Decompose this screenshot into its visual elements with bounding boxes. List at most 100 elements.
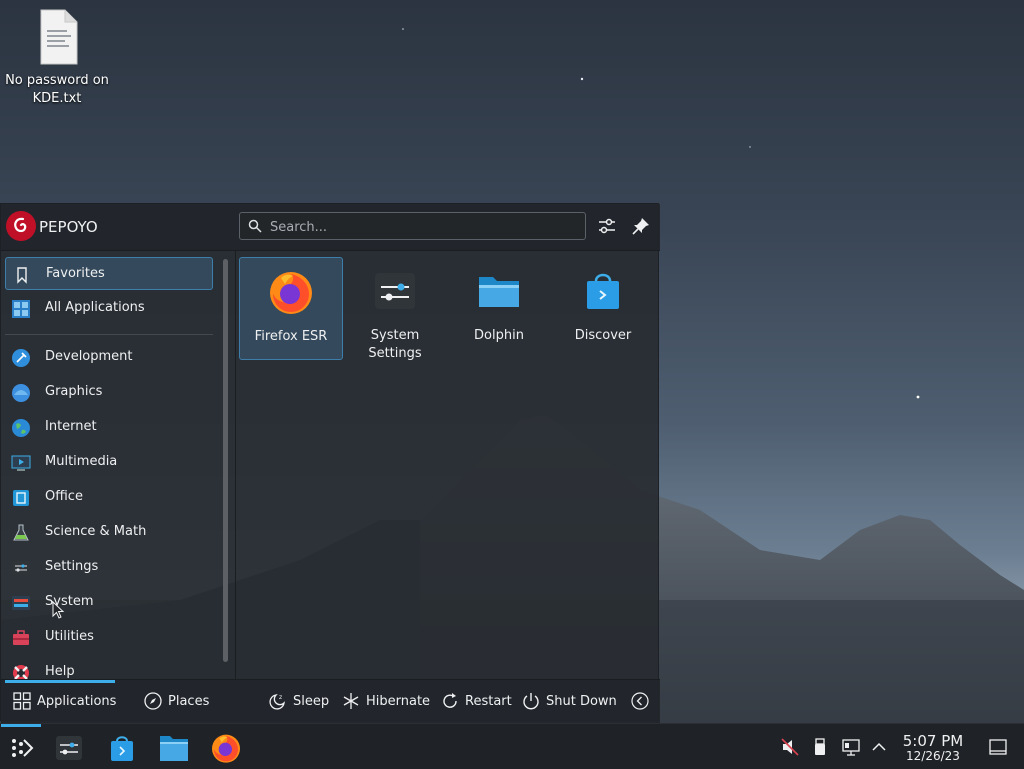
tab-label: Places bbox=[168, 694, 210, 709]
taskbar: 5:07 PM 12/26/23 bbox=[0, 723, 1024, 769]
launcher-button[interactable] bbox=[1, 724, 41, 766]
app-dolphin[interactable]: Dolphin bbox=[447, 257, 551, 360]
category-label: Development bbox=[45, 349, 133, 364]
app-firefox-esr[interactable]: Firefox ESR bbox=[239, 257, 343, 360]
application-launcher: PEPOYO Favorites bbox=[0, 203, 660, 723]
compass-icon bbox=[144, 692, 162, 710]
system-settings-icon bbox=[375, 273, 415, 309]
network-wired-icon[interactable] bbox=[842, 738, 860, 756]
taskbar-firefox[interactable] bbox=[206, 728, 246, 766]
text-file-icon bbox=[35, 8, 79, 66]
category-label: Graphics bbox=[45, 384, 103, 399]
discover-icon bbox=[587, 273, 619, 309]
volume-muted-icon[interactable] bbox=[781, 738, 799, 756]
category-favorites[interactable]: Favorites bbox=[5, 257, 213, 290]
more-button[interactable] bbox=[631, 692, 651, 712]
multimedia-icon bbox=[11, 455, 31, 471]
category-office[interactable]: Office bbox=[5, 481, 213, 514]
desktop-file-label: No password on KDE.txt bbox=[5, 73, 109, 106]
globe-icon bbox=[12, 419, 30, 437]
power-icon bbox=[523, 693, 539, 710]
category-label: Utilities bbox=[45, 629, 94, 644]
category-multimedia[interactable]: Multimedia bbox=[5, 446, 213, 479]
app-label: Dolphin bbox=[474, 328, 524, 343]
folder-icon bbox=[160, 736, 188, 761]
sidebar-separator bbox=[235, 251, 236, 679]
username: PEPOYO bbox=[39, 218, 98, 236]
folder-icon bbox=[479, 277, 519, 307]
usb-drive-icon[interactable] bbox=[811, 738, 829, 756]
bookmark-icon bbox=[17, 267, 27, 284]
category-help[interactable]: Help bbox=[5, 656, 213, 679]
category-settings[interactable]: Settings bbox=[5, 551, 213, 584]
restart-label: Restart bbox=[465, 694, 512, 709]
tab-label: Applications bbox=[37, 694, 117, 709]
firefox-icon bbox=[270, 272, 312, 314]
app-discover[interactable]: Discover bbox=[551, 257, 655, 360]
category-system[interactable]: System bbox=[5, 586, 213, 619]
sidebar-scrollbar[interactable] bbox=[223, 259, 228, 662]
category-label: Settings bbox=[45, 559, 99, 574]
taskbar-discover[interactable] bbox=[102, 728, 142, 766]
sleep-label: Sleep bbox=[293, 694, 330, 709]
category-label: Favorites bbox=[46, 266, 105, 281]
sleep-icon: z bbox=[269, 694, 285, 710]
pin-icon bbox=[632, 218, 649, 235]
chevron-left-icon bbox=[631, 692, 649, 710]
category-utilities[interactable]: Utilities bbox=[5, 621, 213, 654]
pin-button[interactable] bbox=[630, 215, 652, 237]
app-label: Discover bbox=[574, 328, 632, 343]
show-desktop-icon[interactable] bbox=[989, 738, 1007, 756]
restart-icon bbox=[443, 693, 457, 708]
svg-text:z: z bbox=[279, 694, 282, 701]
mouse-cursor-icon bbox=[52, 601, 65, 619]
category-label: Help bbox=[45, 664, 75, 679]
tab-places[interactable]: Places bbox=[142, 686, 214, 716]
category-label: Internet bbox=[45, 419, 97, 434]
avatar[interactable] bbox=[6, 211, 36, 241]
category-label: Science & Math bbox=[45, 524, 147, 539]
system-settings-icon bbox=[56, 736, 82, 760]
flask-icon bbox=[13, 524, 29, 541]
discover-icon bbox=[111, 736, 133, 761]
sidebar-divider bbox=[5, 334, 213, 335]
search-field[interactable] bbox=[239, 212, 586, 240]
category-development[interactable]: Development bbox=[5, 341, 213, 374]
category-graphics[interactable]: Graphics bbox=[5, 376, 213, 409]
launcher-footer: Applications Places z Sleep Hibernate Re… bbox=[1, 679, 660, 723]
firefox-icon bbox=[212, 734, 240, 763]
debian-swirl-icon bbox=[14, 217, 27, 233]
applications-grid-icon bbox=[13, 692, 31, 710]
app-system-settings[interactable]: System Settings bbox=[343, 257, 447, 361]
chevron-up-icon[interactable] bbox=[870, 738, 888, 756]
category-internet[interactable]: Internet bbox=[5, 411, 213, 444]
tab-applications[interactable]: Applications bbox=[11, 686, 117, 716]
app-label: System Settings bbox=[368, 328, 422, 361]
hibernate-label: Hibernate bbox=[366, 694, 431, 709]
configure-button[interactable] bbox=[596, 215, 618, 237]
development-icon bbox=[12, 349, 30, 367]
category-label: All Applications bbox=[45, 300, 145, 315]
shutdown-label: Shut Down bbox=[546, 694, 617, 709]
system-icon bbox=[12, 596, 30, 610]
office-icon bbox=[13, 490, 29, 506]
settings-icon bbox=[12, 561, 30, 575]
digital-clock[interactable]: 5:07 PM 12/26/23 bbox=[896, 733, 970, 763]
search-input[interactable] bbox=[268, 216, 572, 238]
desktop-file-icon[interactable]: No password on KDE.txt bbox=[4, 8, 110, 108]
sliders-icon bbox=[599, 218, 615, 234]
clock-time: 5:07 PM bbox=[902, 732, 964, 750]
active-tab-indicator bbox=[5, 680, 115, 683]
grid-icon bbox=[12, 300, 30, 318]
category-sidebar: Favorites All Applications Development G… bbox=[1, 251, 217, 679]
lifebuoy-icon bbox=[13, 665, 29, 679]
taskbar-dolphin[interactable] bbox=[154, 728, 194, 766]
category-all-applications[interactable]: All Applications bbox=[5, 292, 213, 325]
graphics-icon bbox=[12, 384, 30, 402]
toolbox-icon bbox=[13, 630, 29, 645]
category-label: Multimedia bbox=[45, 454, 118, 469]
clock-date: 12/26/23 bbox=[906, 749, 960, 763]
app-label: Firefox ESR bbox=[254, 329, 328, 344]
taskbar-system-settings[interactable] bbox=[49, 728, 89, 766]
category-science-math[interactable]: Science & Math bbox=[5, 516, 213, 549]
